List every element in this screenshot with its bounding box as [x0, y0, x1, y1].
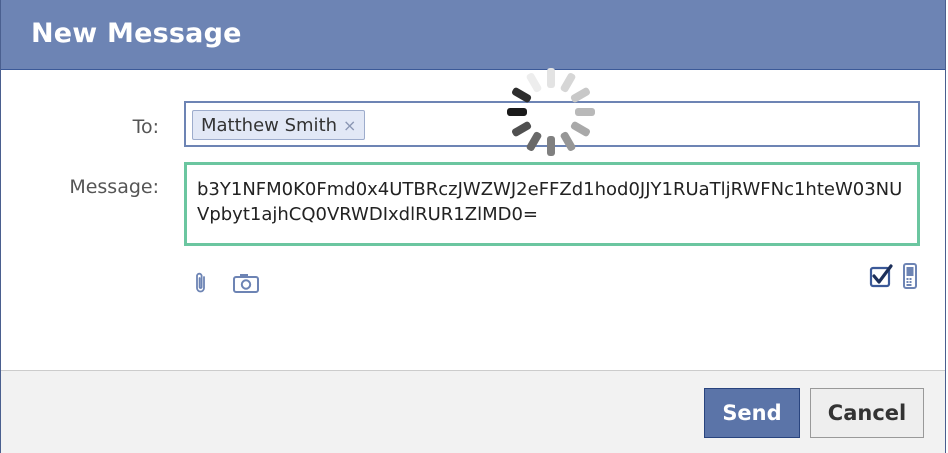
send-button[interactable]: Send — [704, 388, 800, 438]
loading-spinner-icon — [507, 68, 595, 156]
checkbox-checked-icon[interactable] — [869, 264, 893, 288]
remove-recipient-icon[interactable]: × — [343, 116, 356, 135]
mobile-phone-icon[interactable] — [901, 262, 919, 290]
dialog-title: New Message — [31, 18, 242, 49]
message-label: Message: — [69, 176, 159, 198]
camera-icon[interactable] — [232, 272, 260, 294]
to-label: To: — [132, 116, 159, 138]
message-textarea[interactable]: b3Y1NFM0K0Fmd0x4UTBRczJWZWJ2eFFZd1hod0JJ… — [184, 162, 920, 246]
recipient-name: Matthew Smith — [201, 114, 338, 136]
paperclip-icon[interactable] — [193, 271, 209, 295]
dialog-header: New Message — [1, 0, 945, 70]
cancel-button[interactable]: Cancel — [810, 388, 924, 438]
new-message-dialog: New Message To: Matthew Smith × Message:… — [0, 0, 946, 453]
recipient-token[interactable]: Matthew Smith × — [192, 110, 366, 140]
dialog-footer — [1, 370, 945, 453]
